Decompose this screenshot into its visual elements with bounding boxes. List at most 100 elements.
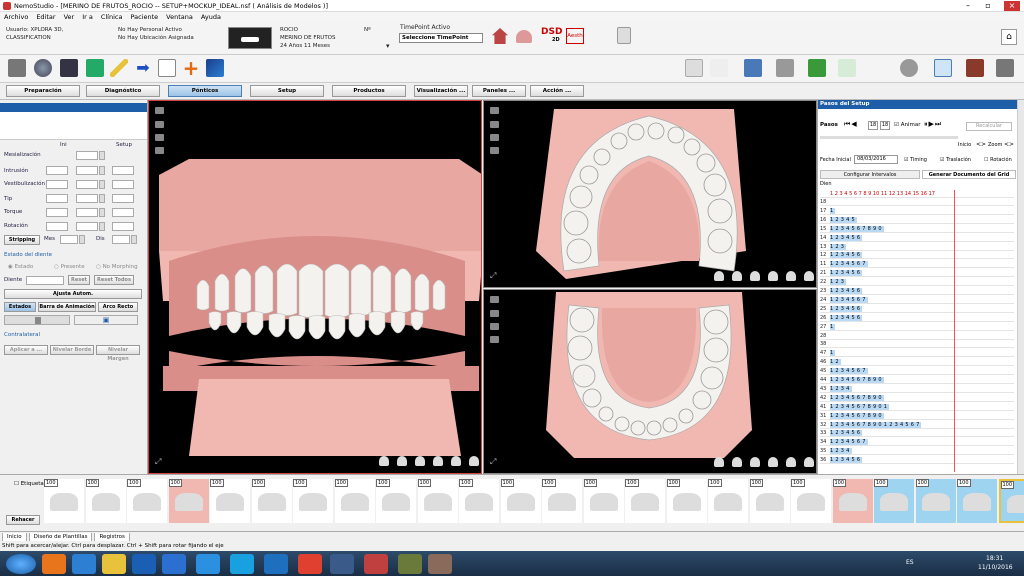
setup-field[interactable] bbox=[112, 194, 134, 203]
view-left-icon[interactable] bbox=[397, 456, 407, 466]
plus-icon[interactable]: + bbox=[182, 58, 200, 78]
grid-row[interactable]: 25 123456 bbox=[820, 305, 1014, 313]
estado-radio[interactable]: ◉ Estado bbox=[8, 264, 33, 271]
grid-row[interactable]: 44 1234567890 bbox=[820, 376, 1014, 384]
recalcular-button[interactable]: Recalcular bbox=[966, 122, 1012, 131]
grid-row[interactable]: 22 123 bbox=[820, 278, 1014, 287]
thumbnail[interactable]: 100 bbox=[127, 479, 167, 523]
zoom-nav-icon[interactable]: <> bbox=[1004, 141, 1014, 148]
menu-ir-a[interactable]: Ir a bbox=[78, 12, 97, 22]
etiqueta-checkbox[interactable]: ☐ Etiqueta bbox=[14, 481, 44, 487]
thumbnail[interactable]: 100 bbox=[749, 479, 790, 523]
exit-icon[interactable] bbox=[996, 59, 1014, 77]
thumbnail[interactable]: 100 bbox=[293, 479, 333, 523]
right-panel-scrollbar[interactable] bbox=[1017, 100, 1024, 474]
thumbnail[interactable]: 100 bbox=[168, 479, 209, 523]
mid-stepper[interactable] bbox=[99, 180, 105, 189]
menu-archivo[interactable]: Archivo bbox=[0, 12, 32, 22]
camera-icon[interactable] bbox=[60, 59, 78, 77]
minimize-button[interactable]: – bbox=[960, 1, 976, 11]
thumbnail[interactable]: 100 bbox=[998, 479, 1024, 523]
menu-ventana[interactable]: Ventana bbox=[162, 12, 197, 22]
model-tool-icon[interactable] bbox=[8, 59, 26, 77]
view-right-icon[interactable] bbox=[750, 271, 760, 281]
language-indicator[interactable]: ES bbox=[906, 559, 914, 566]
grid-row[interactable]: 11 1234567 bbox=[820, 260, 1014, 269]
thumbnail[interactable]: 100 bbox=[625, 479, 665, 523]
grid-row[interactable]: 43 1234 bbox=[820, 385, 1014, 393]
layout-icon[interactable] bbox=[744, 59, 762, 77]
thumbnail[interactable]: 100 bbox=[542, 479, 582, 523]
view-back-icon[interactable] bbox=[804, 457, 814, 467]
grid-row[interactable]: 41 12345678901 bbox=[820, 403, 1014, 411]
state-slider[interactable] bbox=[4, 315, 70, 325]
mid-stepper[interactable] bbox=[99, 208, 105, 217]
mid-stepper[interactable] bbox=[99, 194, 105, 203]
diente-select[interactable] bbox=[26, 276, 64, 285]
tab-generar-documento[interactable]: Generar Documento del Grid bbox=[922, 170, 1016, 179]
ajuste-automatico-button[interactable]: Ajusta Autom. bbox=[4, 289, 142, 299]
timepoint-select[interactable]: Seleccione TimePoint bbox=[399, 33, 483, 43]
current-step-field[interactable]: 18 bbox=[868, 121, 878, 130]
menu-paciente[interactable]: Paciente bbox=[126, 12, 162, 22]
ini-field[interactable] bbox=[46, 166, 68, 175]
mid-stepper[interactable] bbox=[99, 222, 105, 231]
eye-icon[interactable] bbox=[934, 59, 952, 77]
tab-setup[interactable]: Setup bbox=[250, 85, 324, 97]
grid-row[interactable]: 14 123456 bbox=[820, 234, 1014, 242]
skype-icon[interactable] bbox=[230, 554, 254, 574]
ini-field[interactable] bbox=[76, 151, 98, 160]
expand-icon[interactable]: ⤢ bbox=[490, 457, 496, 467]
nivelar-borde-button[interactable]: Nivelar Borde bbox=[50, 345, 94, 355]
thumbnail[interactable]: 100 bbox=[459, 479, 499, 523]
home-button[interactable]: ⌂ bbox=[1001, 29, 1017, 45]
tool-taskbar-icon[interactable] bbox=[398, 554, 422, 574]
mes-field[interactable] bbox=[60, 235, 78, 244]
reset-button[interactable]: Reset bbox=[68, 275, 90, 285]
save-icon[interactable]: ▣ bbox=[74, 315, 138, 325]
explorer-icon[interactable] bbox=[102, 554, 126, 574]
maximize-button[interactable]: ▫ bbox=[980, 1, 996, 11]
patient-dropdown-icon[interactable]: ▾ bbox=[386, 42, 390, 50]
mes-stepper[interactable] bbox=[79, 235, 85, 244]
stripping-button[interactable]: Stripping bbox=[4, 235, 40, 245]
view-bottom-icon[interactable] bbox=[786, 271, 796, 281]
view-front-icon[interactable] bbox=[379, 456, 389, 466]
thumbnail[interactable]: 100 bbox=[251, 479, 292, 523]
thumbnail[interactable]: 100 bbox=[666, 479, 707, 523]
dis-stepper[interactable] bbox=[131, 235, 137, 244]
home-icon[interactable] bbox=[492, 28, 508, 44]
thumbnail[interactable]: 100 bbox=[44, 479, 84, 523]
thumbnail[interactable]: 100 bbox=[500, 479, 541, 523]
view-top-icon[interactable] bbox=[433, 456, 443, 466]
expand-icon[interactable]: ⤢ bbox=[490, 271, 496, 281]
view-top-icon[interactable] bbox=[768, 457, 778, 467]
firefox-icon[interactable] bbox=[42, 554, 66, 574]
scanner-icon[interactable] bbox=[966, 59, 984, 77]
grid-row[interactable]: 24 1234567 bbox=[820, 296, 1014, 304]
tab-ponticos[interactable]: Pónticos bbox=[168, 85, 242, 97]
ini-stepper[interactable] bbox=[99, 151, 105, 160]
dropbox-icon[interactable] bbox=[196, 554, 220, 574]
thumbnail[interactable]: 100 bbox=[791, 479, 831, 523]
close-button[interactable]: × bbox=[1004, 1, 1020, 11]
mid-field[interactable] bbox=[76, 180, 98, 189]
menu-ayuda[interactable]: Ayuda bbox=[197, 12, 225, 22]
setup-field[interactable] bbox=[112, 222, 134, 231]
setup-field[interactable] bbox=[112, 166, 134, 175]
thumbnail[interactable]: 100 bbox=[957, 479, 997, 523]
aplicar-button[interactable]: Aplicar a ... bbox=[4, 345, 48, 355]
chrome-icon[interactable] bbox=[298, 554, 322, 574]
view-back-icon[interactable] bbox=[804, 271, 814, 281]
export-icon[interactable] bbox=[808, 59, 826, 77]
presente-radio[interactable]: ○ Presente bbox=[54, 264, 85, 271]
word-icon[interactable] bbox=[162, 554, 186, 574]
grid-row[interactable]: 33 123456 bbox=[820, 429, 1014, 438]
grid-row[interactable]: 32 12345678901234567 bbox=[820, 421, 1014, 429]
thumbnail[interactable]: 100 bbox=[708, 479, 748, 523]
grid-row[interactable]: 12 123456 bbox=[820, 251, 1014, 260]
menu-editar[interactable]: Editar bbox=[32, 12, 59, 22]
nivelar-margen-button[interactable]: Nivelar Margen bbox=[96, 345, 140, 362]
grid-row[interactable]: 21 123456 bbox=[820, 269, 1014, 278]
grid-row[interactable]: 26 123456 bbox=[820, 314, 1014, 322]
